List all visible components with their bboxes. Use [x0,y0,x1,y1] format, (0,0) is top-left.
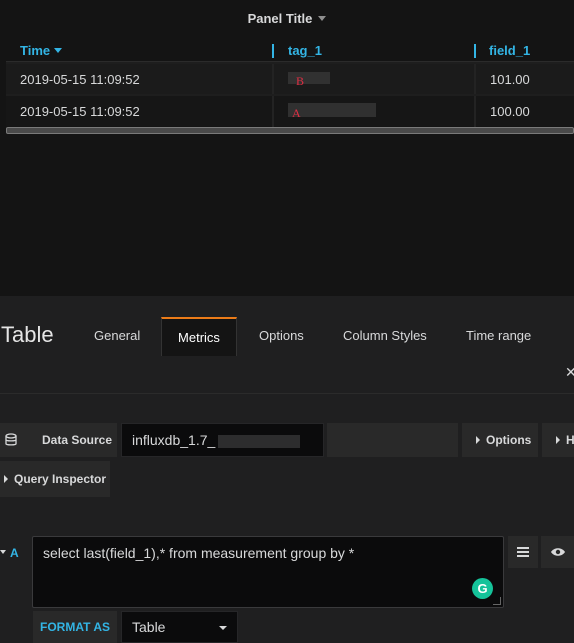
cell-tag: B [296,74,305,88]
datasource-spacer [327,423,458,457]
column-divider [272,44,274,58]
toggle-visibility-button[interactable] [541,536,574,568]
datasource-label-box: Data Source [0,423,117,457]
hamburger-icon[interactable] [517,547,529,557]
column-divider [272,64,274,96]
chevron-down-icon[interactable] [318,15,327,21]
datasource-row: Data Source influxdb_1.7_ Options H [0,423,574,457]
column-divider [272,96,274,128]
editor-title: Table [1,322,54,347]
cell-time: 2019-05-15 11:09:52 [20,72,140,87]
resize-handle-icon[interactable] [493,597,501,605]
grammarly-icon[interactable]: G [472,578,493,599]
datasource-value[interactable]: influxdb_1.7_ [132,432,215,448]
query-menu-button[interactable] [508,536,538,568]
cell-field: 101.00 [490,72,530,87]
column-header-tag[interactable]: tag_1 [288,43,322,58]
cell-tag: A [292,106,301,120]
eye-icon[interactable] [550,547,565,557]
panel-editor: Table General Metrics Options Column Sty… [0,296,574,643]
datasource-select[interactable]: influxdb_1.7_ [121,423,324,457]
panel-title[interactable]: Panel Title [0,0,574,36]
query-text[interactable]: select last(field_1),* from measurement … [43,545,354,561]
query-row: A select last(field_1),* from measuremen… [0,534,574,610]
table-header: Time tag_1 field_1 [6,40,574,62]
query-ref-id[interactable]: A [10,546,19,560]
redacted-block [288,103,376,117]
cell-field: 100.00 [490,104,530,119]
query-editor[interactable]: select last(field_1),* from measurement … [32,536,504,608]
caret-right-icon[interactable] [556,436,560,444]
redacted-block [218,435,300,448]
chevron-down-icon[interactable] [219,626,227,630]
column-header-field[interactable]: field_1 [489,43,530,58]
tab-metrics[interactable]: Metrics [161,317,237,356]
tab-options[interactable]: Options [259,328,304,343]
query-inspector-button[interactable]: Query Inspector [0,461,110,497]
sort-desc-icon[interactable] [54,48,63,53]
data-table: Time tag_1 field_1 2019-05-15 11:09:52 B… [6,40,574,128]
format-as-value[interactable]: Table [132,619,165,635]
caret-right-icon[interactable] [476,436,480,444]
tab-general[interactable]: General [94,328,140,343]
help-button[interactable]: H [542,423,574,457]
column-divider [474,44,476,58]
panel-title-text[interactable]: Panel Title [248,11,313,26]
tab-column-styles[interactable]: Column Styles [343,328,427,343]
collapse-caret-icon[interactable] [0,548,8,556]
format-as-select[interactable]: Table [121,611,238,643]
database-icon [5,433,17,446]
redacted-block [288,72,330,84]
table-row: 2019-05-15 11:09:52 A 100.00 [6,94,574,128]
close-icon[interactable]: ✕ [565,364,574,381]
column-divider [474,96,476,128]
datasource-label: Data Source [42,433,113,447]
options-button[interactable]: Options [462,423,538,457]
table-body: 2019-05-15 11:09:52 B 101.00 2019-05-15 … [6,62,574,128]
column-divider [474,64,476,96]
format-row: FORMAT AS Table [0,611,574,643]
table-row: 2019-05-15 11:09:52 B 101.00 [6,62,574,96]
column-header-time[interactable]: Time [20,43,63,58]
caret-right-icon[interactable] [4,475,8,483]
editor-header: Table General Metrics Options Column Sty… [0,296,574,394]
tab-time-range[interactable]: Time range [466,328,531,343]
panel: Panel Title Time tag_1 field_1 2019-05-1… [0,0,574,296]
format-as-label: FORMAT AS [33,611,117,643]
cell-time: 2019-05-15 11:09:52 [20,104,140,119]
horizontal-scrollbar[interactable] [6,127,574,134]
